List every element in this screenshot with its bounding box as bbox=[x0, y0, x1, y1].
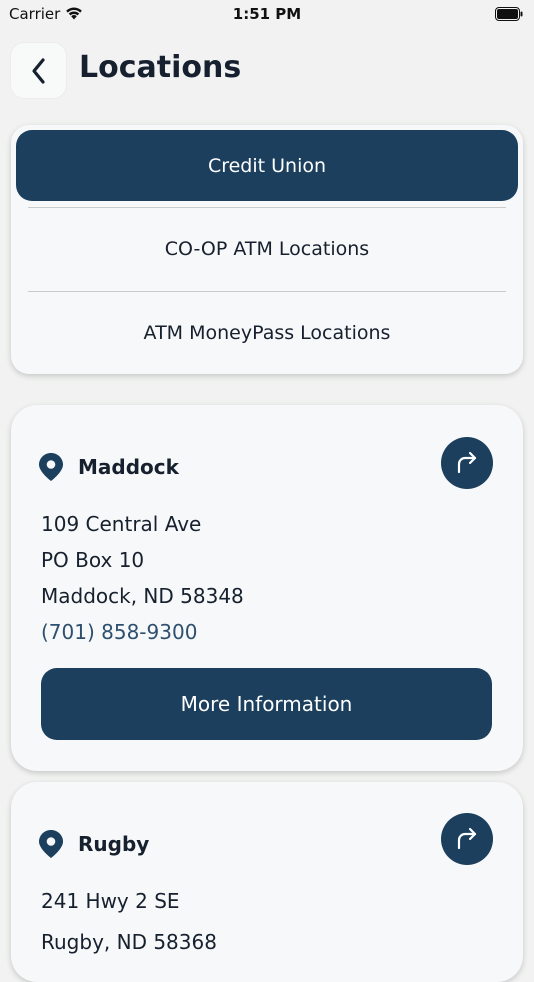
battery-icon bbox=[495, 7, 523, 21]
address-line: Rugby, ND 58368 bbox=[41, 930, 217, 954]
address-line: PO Box 10 bbox=[41, 548, 145, 572]
location-name: Rugby bbox=[78, 832, 150, 856]
segment-coop-atm[interactable]: CO-OP ATM Locations bbox=[11, 229, 523, 269]
status-bar: Carrier 1:51 PM bbox=[0, 0, 534, 30]
directions-button[interactable] bbox=[441, 437, 493, 489]
divider bbox=[28, 207, 506, 208]
segment-moneypass-atm[interactable]: ATM MoneyPass Locations bbox=[11, 313, 523, 353]
phone-link[interactable]: (701) 858-9300 bbox=[41, 620, 197, 644]
map-pin-icon bbox=[39, 453, 63, 481]
divider bbox=[28, 291, 506, 292]
location-card: Maddock 109 Central Ave PO Box 10 Maddoc… bbox=[11, 405, 523, 771]
address-line: 109 Central Ave bbox=[41, 512, 202, 536]
directions-arrow-icon bbox=[457, 451, 477, 474]
chevron-left-icon bbox=[31, 57, 45, 84]
location-type-selector: Credit Union CO-OP ATM Locations ATM Mon… bbox=[11, 125, 523, 374]
segment-credit-union[interactable]: Credit Union bbox=[16, 130, 518, 201]
back-button[interactable] bbox=[11, 43, 66, 98]
nav-header: Locations bbox=[0, 40, 534, 100]
page-title: Locations bbox=[79, 50, 242, 85]
location-name: Maddock bbox=[78, 455, 179, 479]
directions-arrow-icon bbox=[457, 827, 477, 850]
map-pin-icon bbox=[39, 830, 63, 858]
status-time: 1:51 PM bbox=[232, 5, 302, 23]
address-line: Maddock, ND 58348 bbox=[41, 584, 244, 608]
more-information-button[interactable]: More Information bbox=[41, 668, 492, 740]
directions-button[interactable] bbox=[441, 813, 493, 865]
location-card: Rugby 241 Hwy 2 SE Rugby, ND 58368 bbox=[11, 782, 523, 982]
address-line: 241 Hwy 2 SE bbox=[41, 889, 180, 913]
